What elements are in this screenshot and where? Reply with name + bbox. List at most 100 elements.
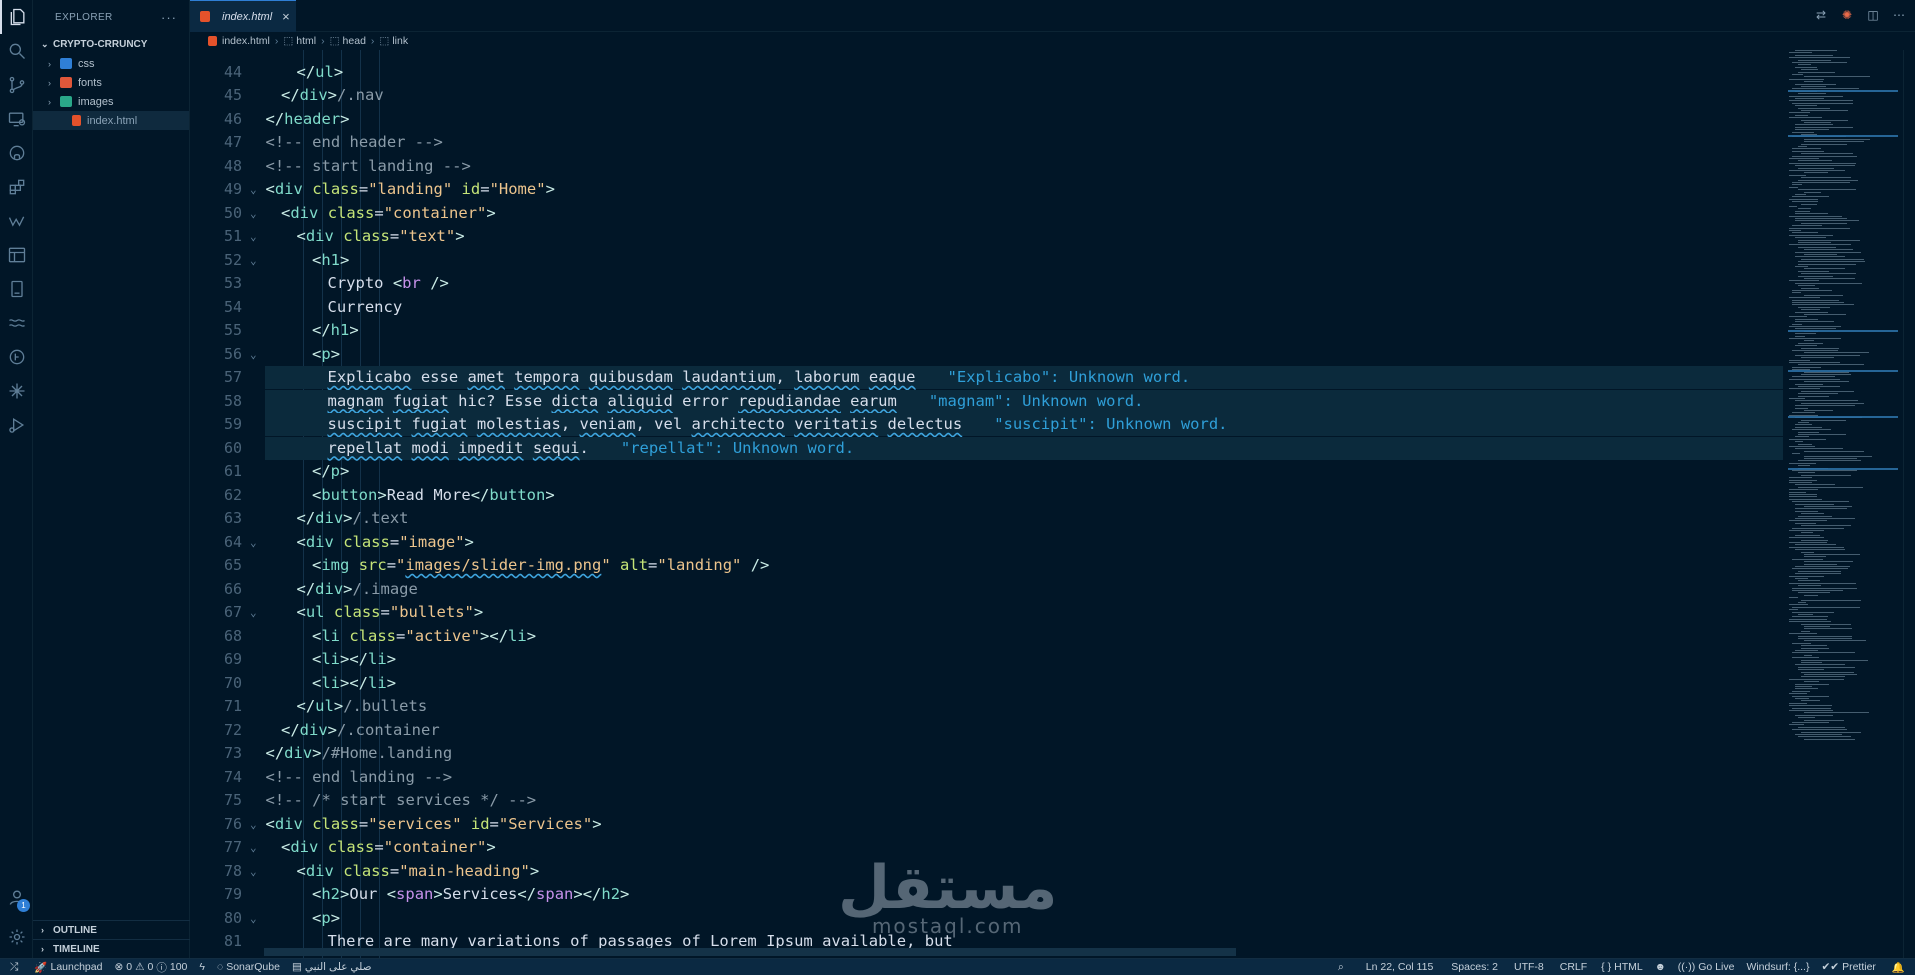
code-line[interactable]: 61 </p> (190, 460, 1783, 483)
code-line[interactable]: 46 </header> (190, 108, 1783, 131)
code-line[interactable]: 65 <img src="images/slider-img.png" alt="… (190, 554, 1783, 577)
more-actions-icon[interactable]: ··· (161, 10, 177, 25)
tree-folder-fonts[interactable]: › fonts (33, 73, 189, 92)
breadcrumb-file[interactable]: index.html (222, 35, 270, 47)
tree-folder-css[interactable]: › css (33, 54, 189, 73)
sparkle-icon[interactable] (0, 374, 33, 408)
code-line[interactable]: 63 </div>/.text (190, 507, 1783, 530)
code-line[interactable]: 58 magnam fugiat hic? Esse dicta aliquid … (190, 390, 1783, 413)
remote-explorer-icon[interactable] (0, 102, 33, 136)
extensions-icon[interactable] (0, 170, 33, 204)
code-line[interactable]: 71 </ul>/.bullets (190, 695, 1783, 718)
language-mode[interactable]: { } HTML (1595, 961, 1649, 973)
timeline-section[interactable]: › TIMELINE (33, 939, 190, 958)
sparkle-action-icon[interactable]: ✺ (1839, 7, 1855, 23)
code-line[interactable]: 44 </ul> (190, 61, 1783, 84)
windsurf-icon[interactable] (0, 204, 33, 238)
tree-file-index-html[interactable]: index.html (33, 111, 189, 130)
arabic-item[interactable]: ▤ صلي على النبي (286, 961, 378, 973)
code-line[interactable]: 67 ⌄ <ul class="bullets"> (190, 601, 1783, 624)
wave-icon[interactable] (0, 306, 33, 340)
go-live-item[interactable]: ((·)) Go Live (1672, 961, 1741, 973)
compare-icon[interactable]: ⇄ (1813, 7, 1829, 23)
fold-chevron-icon[interactable]: ⌄ (250, 225, 257, 248)
tab-index-html[interactable]: index.html × (190, 0, 296, 32)
fold-chevron-icon[interactable]: ⌄ (250, 813, 257, 836)
project-folder[interactable]: ⌄ CRYPTO-CRRUNCY (33, 34, 189, 54)
code-line[interactable]: 73 </div>/#Home.landing (190, 742, 1783, 765)
code-line[interactable]: 68 <li class="active"></li> (190, 625, 1783, 648)
fold-chevron-icon[interactable]: ⌄ (250, 249, 257, 272)
code-line[interactable]: 75 <!-- /* start services */ --> (190, 789, 1783, 812)
code-line[interactable]: 48 <!-- start landing --> (190, 155, 1783, 178)
code-line[interactable]: 54 Currency (190, 296, 1783, 319)
close-icon[interactable]: × (282, 9, 290, 24)
more-editor-actions-icon[interactable]: ⋯ (1891, 7, 1907, 23)
windsurf-status[interactable]: Windsurf: {...} (1740, 961, 1815, 973)
remote-icon[interactable]: ⤮ (0, 961, 28, 974)
copilot-icon[interactable]: ☻ (1649, 961, 1672, 973)
vertical-scrollbar[interactable] (1903, 50, 1915, 958)
fold-chevron-icon[interactable]: ⌄ (250, 907, 257, 930)
notifications-icon[interactable]: 🔔 (1882, 961, 1915, 974)
fold-chevron-icon[interactable]: ⌄ (250, 601, 257, 624)
fold-chevron-icon[interactable]: ⌄ (250, 860, 257, 883)
fold-chevron-icon[interactable]: ⌄ (250, 202, 257, 225)
code-line[interactable]: 51 ⌄ <div class="text"> (190, 225, 1783, 248)
code-line[interactable]: 49 ⌄ <div class="landing" id="Home"> (190, 178, 1783, 201)
line-ending[interactable]: CRLF (1552, 961, 1595, 973)
prettier-item[interactable]: ✔✔ Prettier (1815, 961, 1881, 973)
account-icon[interactable]: 1 (0, 880, 33, 914)
split-editor-icon[interactable]: ◫ (1865, 7, 1881, 23)
sonarqube-item[interactable]: ◌ SonarQube (211, 961, 286, 973)
lightning-icon[interactable]: ϟ (193, 961, 211, 973)
code-line[interactable]: 60 repellat modi impedit sequi. "repellat"… (190, 437, 1783, 460)
problems-item[interactable]: ⊗ 0 ⚠ 0 ⓘ 100 (108, 960, 193, 975)
breadcrumb-link[interactable]: link (392, 35, 408, 47)
encoding[interactable]: UTF-8 (1506, 961, 1552, 973)
fold-chevron-icon[interactable]: ⌄ (250, 836, 257, 859)
outline-section[interactable]: › OUTLINE (33, 920, 190, 939)
layout-icon[interactable] (0, 238, 33, 272)
fold-chevron-icon[interactable]: ⌄ (250, 178, 257, 201)
zoom-icon[interactable]: ⌕ (1326, 961, 1356, 974)
horizontal-scrollbar[interactable] (264, 948, 1236, 956)
code-line[interactable]: 69 <li></li> (190, 648, 1783, 671)
source-control-icon[interactable] (0, 68, 33, 102)
minimap-line (1804, 138, 1871, 140)
cursor-position[interactable]: Ln 22, Col 115 (1356, 961, 1444, 973)
code-line[interactable]: 66 </div>/.image (190, 578, 1783, 601)
breadcrumb-head[interactable]: head (343, 35, 366, 47)
code-line[interactable]: 55 </h1> (190, 319, 1783, 342)
explorer-icon[interactable] (0, 0, 33, 34)
fold-chevron-icon[interactable]: ⌄ (250, 531, 257, 554)
code-line[interactable]: 72 </div>/.container (190, 719, 1783, 742)
code-line[interactable]: 70 <li></li> (190, 672, 1783, 695)
code-line[interactable]: 47 <!-- end header --> (190, 131, 1783, 154)
code-line[interactable]: 76 ⌄ <div class="services" id="Services"> (190, 813, 1783, 836)
search-icon[interactable] (0, 34, 33, 68)
run-debug-icon[interactable] (0, 408, 33, 442)
settings-gear-icon[interactable] (0, 920, 33, 954)
code-line[interactable]: 57 Explicabo esse amet tempora quibusdam … (190, 366, 1783, 389)
code-line[interactable]: 45 </div>/.nav (190, 84, 1783, 107)
breadcrumb-html[interactable]: html (296, 35, 316, 47)
code-line[interactable]: 74 <!-- end landing --> (190, 766, 1783, 789)
launchpad-item[interactable]: 🚀 Launchpad (28, 961, 108, 974)
tree-folder-images[interactable]: › images (33, 92, 189, 111)
code-token: > (464, 532, 474, 551)
code-line[interactable]: 50 ⌄ <div class="container"> (190, 202, 1783, 225)
code-line[interactable]: 53 Crypto <br /> (190, 272, 1783, 295)
code-line[interactable]: 52 ⌄ <h1> (190, 249, 1783, 272)
git-graph-icon[interactable] (0, 340, 33, 374)
code-line[interactable]: 59 suscipit fugiat molestias, veniam, vel… (190, 413, 1783, 436)
book-icon[interactable] (0, 272, 33, 306)
code-editor[interactable]: 44 </ul> 45 </div>/.nav 46 </header> 47 <!-- en… (190, 50, 1783, 958)
fold-chevron-icon[interactable]: ⌄ (250, 343, 257, 366)
code-line[interactable]: 64 ⌄ <div class="image"> (190, 531, 1783, 554)
github-icon[interactable] (0, 136, 33, 170)
indentation[interactable]: Spaces: 2 (1443, 961, 1506, 973)
code-line[interactable]: 56 ⌄ <p> (190, 343, 1783, 366)
minimap[interactable] (1783, 50, 1903, 958)
code-line[interactable]: 62 <button>Read More</button> (190, 484, 1783, 507)
